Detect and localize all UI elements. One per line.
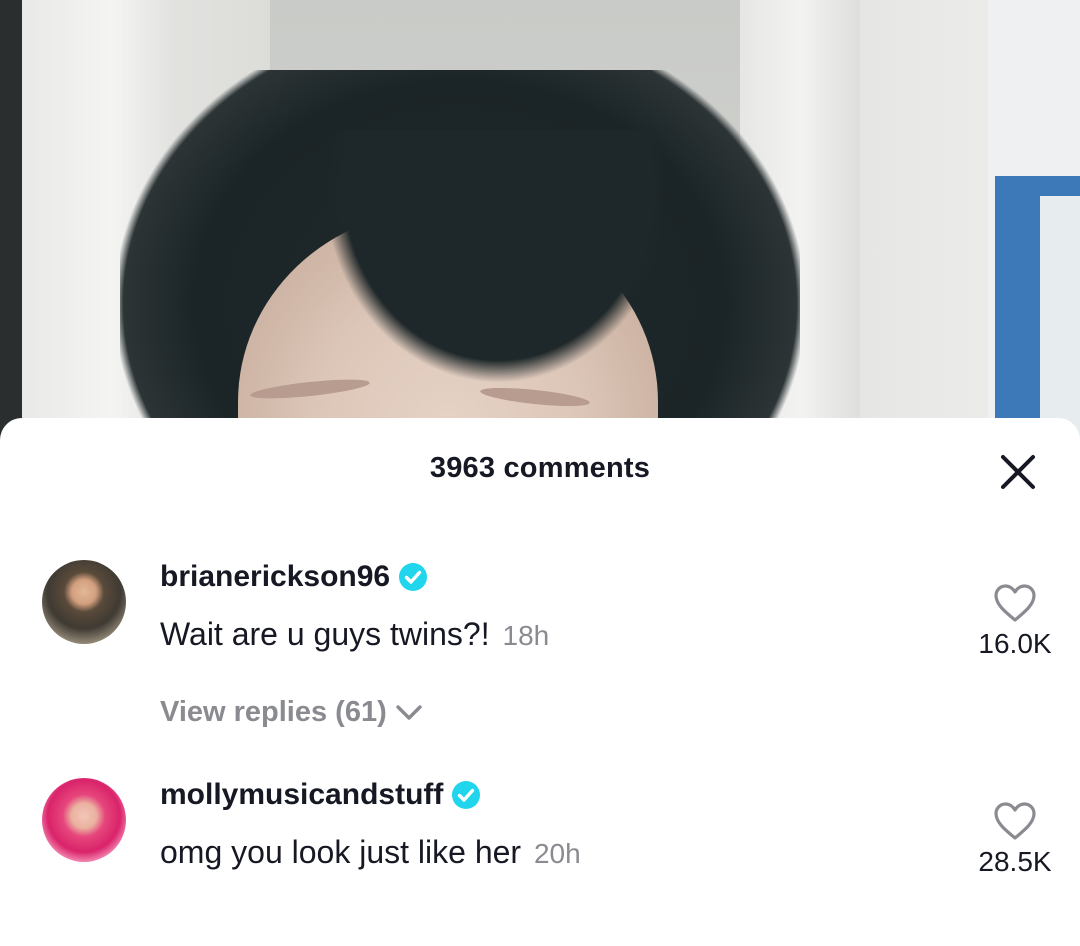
avatar[interactable] [42,560,126,644]
comment-item[interactable]: brianerickson96 Wait are u guys twins?! … [0,558,1080,728]
comment-timestamp: 18h [502,620,550,651]
verified-badge-icon [399,563,428,591]
comments-sheet: 3963 comments brianerickson96 Wait are u… [0,418,1080,906]
comment-username-row[interactable]: mollymusicandstuff [160,778,481,812]
comments-count-title: 3963 comments [429,452,651,484]
comment-item[interactable]: mollymusicandstuff omg you look just lik… [0,776,1080,946]
like-count: 28.5K [978,846,1052,877]
background-wall [0,0,22,440]
comment-username[interactable]: brianerickson96 [160,560,390,594]
close-icon [1001,455,1035,489]
like-button[interactable]: 16.0K [960,582,1070,660]
close-button[interactable] [996,450,1040,494]
comment-text: omg you look just like her [160,834,522,870]
person-head [120,60,800,440]
view-replies-button[interactable]: View replies (61) [160,696,423,729]
verified-badge-icon [452,781,481,809]
comment-username[interactable]: mollymusicandstuff [160,778,443,812]
background-window-glass [1040,196,1080,440]
comment-body: omg you look just like her 20h [160,834,581,871]
heart-icon [994,802,1036,840]
like-count: 16.0K [978,628,1052,659]
view-replies-label: View replies (61) [160,696,387,728]
heart-icon [994,584,1036,622]
video-player[interactable] [0,0,1080,440]
like-button[interactable]: 28.5K [960,800,1070,878]
comment-text: Wait are u guys twins?! [160,616,490,652]
avatar[interactable] [42,778,126,862]
comment-username-row[interactable]: brianerickson96 [160,560,428,594]
comment-timestamp: 20h [533,838,581,869]
comment-body: Wait are u guys twins?! 18h [160,616,549,653]
chevron-down-icon [396,704,422,720]
person-fringe [300,130,660,410]
